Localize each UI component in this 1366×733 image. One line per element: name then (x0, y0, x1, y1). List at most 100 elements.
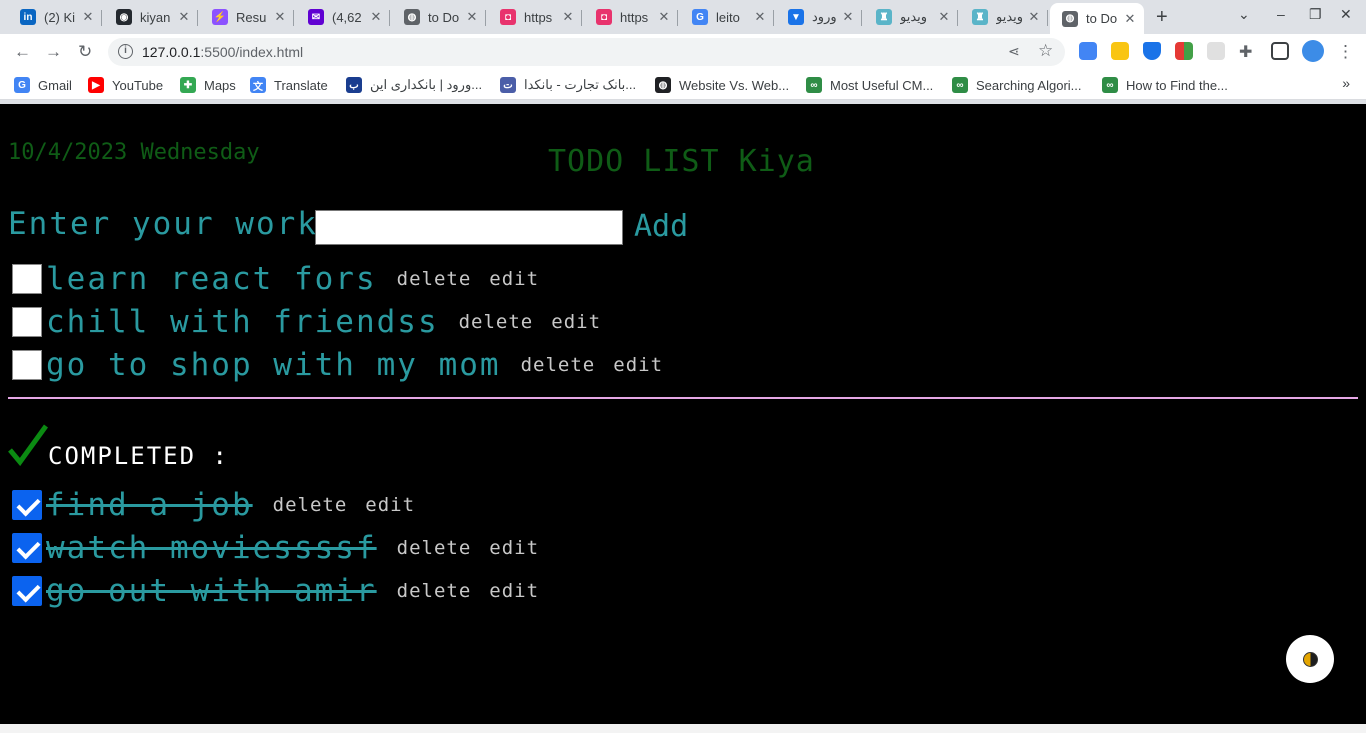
google-translate-extension-icon[interactable] (1079, 42, 1097, 60)
tab-title: to Do (428, 9, 460, 25)
enter-work-label: Enter your work: (8, 206, 339, 242)
side-panel-icon[interactable] (1271, 42, 1289, 60)
menu-kebab-icon[interactable]: ⋮ (1337, 42, 1354, 62)
bookmark-item[interactable]: ✚ Maps (180, 77, 236, 93)
delete-button[interactable]: delete (273, 494, 348, 516)
linkedin-icon: in (20, 9, 36, 25)
tab-separator (581, 10, 582, 26)
browser-tab[interactable]: ◉ kiyan ✕ (104, 3, 198, 31)
bookmark-item[interactable]: ب ورود | بانکداری این... (346, 77, 482, 93)
tab-close-icon[interactable]: ✕ (1122, 11, 1138, 27)
share-icon[interactable]: ⋖ (1008, 43, 1020, 60)
tab-close-icon[interactable]: ✕ (840, 9, 856, 25)
edit-button[interactable]: edit (489, 268, 539, 290)
google-icon: G (692, 9, 708, 25)
tab-search-icon[interactable]: ⌄ (1238, 6, 1250, 23)
edit-button[interactable]: edit (489, 537, 539, 559)
browser-tab[interactable]: ✉ (4,62 ✕ (296, 3, 390, 31)
bookmark-item[interactable]: ∞ How to Find the... (1102, 77, 1228, 93)
bookmark-label: YouTube (112, 77, 164, 93)
reload-icon[interactable]: ↻ (78, 42, 92, 62)
tab-close-icon[interactable]: ✕ (1026, 9, 1042, 25)
delete-button[interactable]: delete (397, 268, 472, 290)
edit-button[interactable]: edit (613, 354, 663, 376)
tab-close-icon[interactable]: ✕ (752, 9, 768, 25)
tab-title: leito (716, 9, 740, 25)
todo-checkbox[interactable] (12, 350, 42, 380)
browser-tab[interactable]: ◍ to Do ✕ (1050, 3, 1144, 34)
address-bar[interactable]: i 127.0.0.1:5500/index.html ⋖ ☆ (108, 38, 1065, 66)
bookmark-item[interactable]: ▶ YouTube (88, 77, 163, 93)
app-icon: ◘ (596, 9, 612, 25)
delete-button[interactable]: delete (397, 580, 472, 602)
tab-close-icon[interactable]: ✕ (272, 9, 288, 25)
browser-tab[interactable]: ◘ https ✕ (584, 3, 678, 31)
delete-button[interactable]: delete (397, 537, 472, 559)
todo-checkbox-checked[interactable] (12, 576, 42, 606)
browser-tab[interactable]: ◘ https ✕ (488, 3, 582, 31)
bookmark-label: Website Vs. Web... (679, 77, 790, 93)
bookmark-star-icon[interactable]: ☆ (1038, 41, 1053, 61)
edit-button[interactable]: edit (489, 580, 539, 602)
bookmark-item[interactable]: ∞ Most Useful CM... (806, 77, 933, 93)
bookmarks-overflow-icon[interactable]: » (1342, 75, 1350, 91)
tab-close-icon[interactable]: ✕ (368, 9, 384, 25)
todo-checkbox[interactable] (12, 307, 42, 337)
bookmark-item[interactable]: ∞ Searching Algori... (952, 77, 1082, 93)
close-window-button[interactable]: ✕ (1340, 6, 1352, 23)
maximize-button[interactable]: ❐ (1309, 6, 1322, 23)
tab-close-icon[interactable]: ✕ (176, 9, 192, 25)
extension-yellow-icon[interactable] (1111, 42, 1129, 60)
browser-tab[interactable]: Gleito ✕ (680, 3, 774, 31)
theme-toggle-button[interactable] (1286, 635, 1334, 683)
tab-close-icon[interactable]: ✕ (656, 9, 672, 25)
browser-tab[interactable]: ◍ to Do ✕ (392, 3, 486, 31)
minimize-button[interactable]: ‒ (1277, 6, 1285, 22)
react-devtools-icon[interactable] (1207, 42, 1225, 60)
new-tab-button[interactable]: + (1156, 6, 1168, 29)
work-input[interactable] (315, 210, 623, 245)
extensions-puzzle-icon[interactable]: ✚ (1239, 42, 1257, 61)
url-text: 127.0.0.1:5500/index.html (142, 44, 303, 60)
color-extension-icon[interactable] (1175, 42, 1193, 60)
tab-close-icon[interactable]: ✕ (80, 9, 96, 25)
forward-arrow-icon[interactable]: → (45, 42, 62, 62)
browser-tab[interactable]: in (2) Ki ✕ (8, 3, 102, 31)
add-button[interactable]: Add (634, 209, 688, 244)
shield-extension-icon[interactable] (1143, 42, 1161, 60)
edit-button[interactable]: edit (365, 494, 415, 516)
browser-tab[interactable]: ⚡ Resu ✕ (200, 3, 294, 31)
bookmark-item[interactable]: 文 Translate (250, 77, 328, 93)
delete-button[interactable]: delete (521, 354, 596, 376)
tab-title: (2) Ki (44, 9, 76, 25)
bookmark-item[interactable]: ت بانک تجارت - بانکدا... (500, 77, 636, 93)
back-arrow-icon[interactable]: ← (14, 42, 31, 62)
todo-item: watch moviessssf delete edit (12, 530, 539, 566)
tab-title: kiyan (140, 9, 171, 25)
profile-avatar[interactable] (1302, 40, 1324, 62)
tab-close-icon[interactable]: ✕ (560, 9, 576, 25)
browser-tab[interactable]: ♜ ویدیو ✕ (864, 3, 958, 31)
todo-item: find a job delete edit (12, 487, 415, 523)
maps-icon: ✚ (180, 77, 196, 93)
browser-tab[interactable]: ▼ ورود ✕ (776, 3, 862, 31)
site-info-icon[interactable]: i (118, 44, 133, 59)
browser-tab[interactable]: ♜ ویدیو ✕ (960, 3, 1048, 31)
todo-checkbox-checked[interactable] (12, 533, 42, 563)
globe-icon: ◍ (655, 77, 671, 93)
browser-toolbar: ← → ↻ i 127.0.0.1:5500/index.html ⋖ ☆ ✚ … (0, 34, 1366, 70)
youtube-icon: ▶ (88, 77, 104, 93)
url-host: 127.0.0.1 (142, 44, 201, 60)
tab-separator (197, 10, 198, 26)
bookmark-label: Gmail (38, 77, 72, 93)
gfg-icon: ∞ (1102, 77, 1118, 93)
bookmark-item[interactable]: ◍ Website Vs. Web... (655, 77, 789, 93)
tab-close-icon[interactable]: ✕ (464, 9, 480, 25)
bookmark-item[interactable]: G Gmail (14, 77, 72, 93)
edit-button[interactable]: edit (551, 311, 601, 333)
tab-close-icon[interactable]: ✕ (936, 9, 952, 25)
tab-title: https (620, 9, 649, 25)
todo-checkbox-checked[interactable] (12, 490, 42, 520)
todo-checkbox[interactable] (12, 264, 42, 294)
delete-button[interactable]: delete (459, 311, 534, 333)
